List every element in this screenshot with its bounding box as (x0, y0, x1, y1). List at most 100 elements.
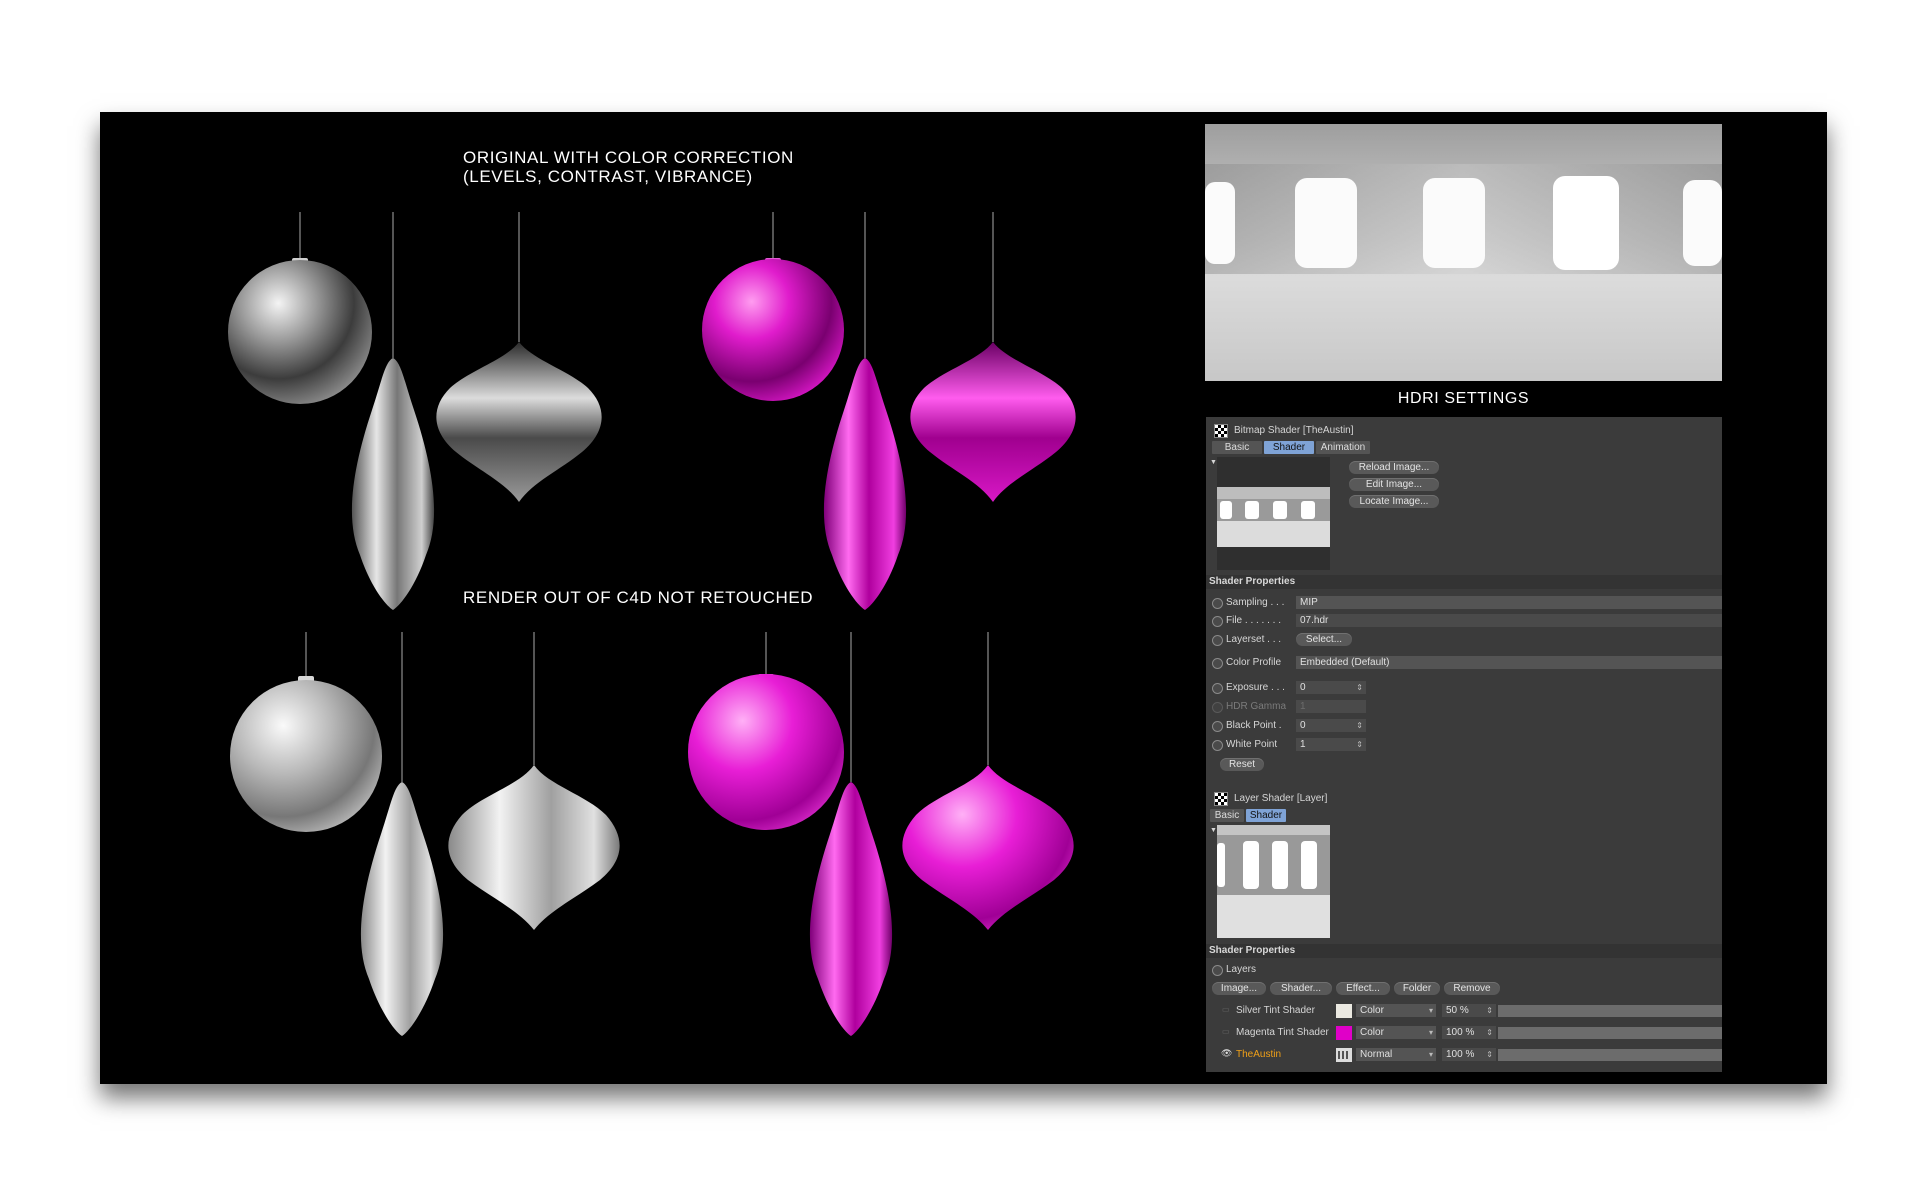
ornament-group-render-silver (230, 632, 620, 1036)
layer-opacity-value: 50 % (1446, 1005, 1469, 1016)
white-point-animate-dot[interactable] (1212, 740, 1223, 751)
magenta-drop-ornament-render (809, 782, 893, 1036)
magenta-tint-swatch[interactable] (1336, 1026, 1352, 1040)
sampling-animate-dot[interactable] (1212, 598, 1223, 609)
black-point-animate-dot[interactable] (1212, 721, 1223, 732)
layer-opacity-value: 100 % (1446, 1049, 1475, 1060)
layer-blend-mode-dropdown[interactable]: Normal ▾ (1356, 1048, 1436, 1061)
opacity-spinner-icon[interactable]: ⇕ (1486, 1026, 1493, 1039)
layer-visibility-icon[interactable]: ▭ (1222, 1027, 1230, 1036)
black-point-label: Black Point . (1226, 720, 1282, 731)
layer-opacity-slider[interactable] (1498, 1049, 1722, 1061)
edit-image-button[interactable]: Edit Image... (1349, 478, 1439, 491)
exposure-spinner-icon[interactable]: ⇕ (1356, 681, 1363, 694)
layer-shader-button[interactable]: Shader... (1270, 982, 1332, 995)
file-animate-dot[interactable] (1212, 616, 1223, 627)
layers-animate-dot[interactable] (1212, 965, 1223, 976)
hdri-preview-image (1205, 124, 1722, 381)
layer-shader-icon (1214, 792, 1228, 806)
white-point-label: White Point (1226, 739, 1278, 750)
layer-opacity-slider[interactable] (1498, 1027, 1722, 1039)
silver-tint-swatch[interactable] (1336, 1004, 1352, 1018)
layer-shader-title: Layer Shader [Layer] (1234, 793, 1328, 804)
layer-collapse-arrow-icon[interactable]: ▼ (1210, 827, 1217, 834)
exposure-label: Exposure . . . (1226, 682, 1285, 693)
layerset-select-button[interactable]: Select... (1296, 633, 1352, 646)
dropdown-arrow-icon: ▾ (1428, 1006, 1433, 1015)
black-point-spinner-icon[interactable]: ⇕ (1356, 719, 1363, 732)
layer-effect-button[interactable]: Effect... (1336, 982, 1390, 995)
silver-onion-ornament-render (448, 765, 620, 930)
sampling-dropdown[interactable]: MIP (1296, 596, 1722, 609)
ornament-group-render-magenta (688, 632, 1074, 1036)
hdri-settings-title: HDRI SETTINGS (1397, 390, 1530, 407)
tab-animation[interactable]: Animation (1316, 441, 1370, 454)
layer-row-name[interactable]: Silver Tint Shader (1236, 1005, 1315, 1016)
white-point-field[interactable]: 1 ⇕ (1296, 738, 1366, 751)
collapse-arrow-icon[interactable]: ▼ (1210, 459, 1217, 466)
locate-image-button[interactable]: Locate Image... (1349, 495, 1439, 508)
magenta-onion-ornament-render (902, 765, 1074, 930)
hdr-gamma-field: 1 (1296, 700, 1366, 713)
reload-image-button[interactable]: Reload Image... (1349, 461, 1439, 474)
sampling-label: Sampling . . . (1226, 597, 1285, 608)
white-point-value: 1 (1300, 739, 1306, 750)
color-profile-animate-dot[interactable] (1212, 658, 1223, 669)
magenta-ball-ornament (702, 259, 844, 401)
file-label: File . . . . . . . (1226, 615, 1282, 626)
exposure-value: 0 (1300, 682, 1306, 693)
layer-row-name-highlight[interactable]: TheAustin (1236, 1049, 1281, 1060)
layers-label: Layers (1226, 964, 1257, 975)
exposure-animate-dot[interactable] (1212, 683, 1223, 694)
layer-tab-shader[interactable]: Shader (1246, 809, 1286, 822)
hdr-gamma-value: 1 (1300, 701, 1306, 712)
layer-blend-mode-value: Color (1360, 1027, 1384, 1038)
magenta-ball-ornament-render (688, 674, 844, 830)
layer-opacity-value: 100 % (1446, 1027, 1475, 1038)
layer-remove-button[interactable]: Remove (1444, 982, 1500, 995)
layer-opacity-field[interactable]: 100 % ⇕ (1442, 1048, 1496, 1061)
opacity-spinner-icon[interactable]: ⇕ (1486, 1004, 1493, 1017)
layerset-label: Layerset . . . (1226, 634, 1282, 645)
layer-blend-mode-value: Color (1360, 1005, 1384, 1016)
layer-blend-mode-value: Normal (1360, 1049, 1393, 1060)
shader-properties-header: Shader Properties (1206, 575, 1722, 589)
silver-drop-ornament-render (360, 782, 444, 1036)
magenta-onion-ornament (910, 342, 1076, 502)
eye-visibility-icon[interactable]: 👁 (1221, 1048, 1232, 1059)
layer-row-name[interactable]: Magenta Tint Shader (1236, 1027, 1329, 1038)
bitmap-shader-title: Bitmap Shader [TheAustin] (1234, 425, 1354, 436)
ornaments-artwork (228, 212, 1076, 1036)
layer-opacity-field[interactable]: 50 % ⇕ (1442, 1004, 1496, 1017)
layerset-animate-dot[interactable] (1212, 635, 1223, 646)
hdr-gamma-animate-dot (1212, 702, 1223, 713)
layer-image-button[interactable]: Image... (1212, 982, 1266, 995)
dropdown-arrow-icon: ▾ (1428, 1050, 1433, 1059)
silver-onion-ornament (436, 342, 602, 502)
bitmap-shader-icon (1214, 424, 1228, 438)
color-profile-dropdown[interactable]: Embedded (Default) (1296, 656, 1722, 669)
tab-shader[interactable]: Shader (1264, 441, 1314, 454)
layer-tab-basic[interactable]: Basic (1210, 809, 1244, 822)
silver-ball-ornament (228, 260, 372, 404)
white-point-spinner-icon[interactable]: ⇕ (1356, 738, 1363, 751)
attribute-panel: Bitmap Shader [TheAustin] Basic Shader A… (1206, 417, 1722, 1072)
layer-opacity-slider[interactable] (1498, 1005, 1722, 1017)
bitmap-thumbnail (1217, 487, 1330, 547)
layer-opacity-field[interactable]: 100 % ⇕ (1442, 1026, 1496, 1039)
layer-blend-mode-dropdown[interactable]: Color ▾ (1356, 1026, 1436, 1039)
bitmap-layer-icon (1336, 1048, 1352, 1062)
tab-basic[interactable]: Basic (1212, 441, 1262, 454)
file-field[interactable]: 07.hdr (1296, 614, 1722, 627)
silver-ball-ornament-render (230, 680, 382, 832)
color-profile-label: Color Profile (1226, 657, 1282, 668)
layer-blend-mode-dropdown[interactable]: Color ▾ (1356, 1004, 1436, 1017)
exposure-field[interactable]: 0 ⇕ (1296, 681, 1366, 694)
layer-thumbnail (1217, 825, 1330, 938)
black-point-field[interactable]: 0 ⇕ (1296, 719, 1366, 732)
layer-visibility-icon[interactable]: ▭ (1222, 1005, 1230, 1014)
opacity-spinner-icon[interactable]: ⇕ (1486, 1048, 1493, 1061)
layer-folder-button[interactable]: Folder (1394, 982, 1440, 995)
reset-button[interactable]: Reset (1220, 758, 1264, 771)
silver-drop-ornament (351, 358, 435, 610)
